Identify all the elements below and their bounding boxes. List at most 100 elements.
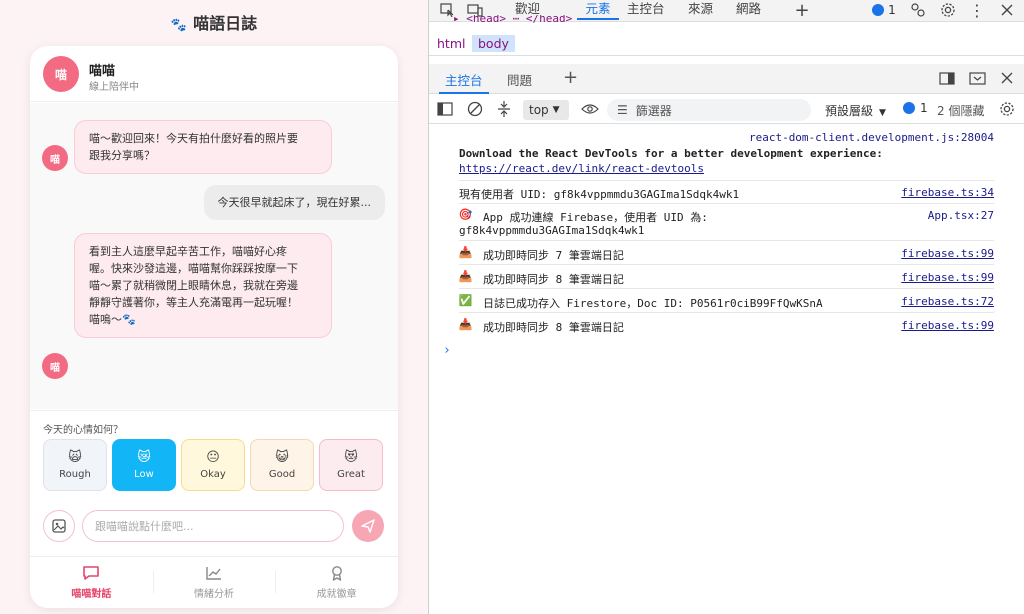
- context-select[interactable]: top ▼: [523, 100, 569, 120]
- upload-image-button[interactable]: [43, 510, 75, 542]
- message-icon: [903, 102, 915, 114]
- message-line: 喵嗚～🐾: [89, 313, 136, 326]
- console-message: 📥 成功即時同步 7 筆雲端日記 firebase.ts:99: [459, 242, 994, 265]
- console-message: 📥 成功即時同步 8 筆雲端日記 firebase.ts:99: [459, 314, 994, 337]
- sidebar-toggle-icon[interactable]: [437, 102, 453, 119]
- paw-icon: 🐾: [170, 18, 188, 33]
- log-text: Download the React DevTools for a better…: [459, 147, 883, 160]
- log-levels-dropdown[interactable]: 預設層級 ▼: [825, 102, 886, 119]
- cat-face-icon: 🙀: [68, 450, 82, 465]
- avatar: 喵: [42, 353, 68, 379]
- console-settings-gear-icon[interactable]: [999, 101, 1015, 120]
- inbox-icon: 📥: [458, 270, 473, 283]
- more-options-icon[interactable]: ⋮: [969, 0, 985, 20]
- nav-chat[interactable]: 喵喵對話: [30, 557, 153, 608]
- message-line: 喵～歡迎回來！今天有拍什麼好看的照片要: [89, 132, 298, 145]
- log-text: 日誌已成功存入 Firestore，Doc ID: P0561r0ciB99Ff…: [483, 297, 823, 310]
- message-icon: [872, 4, 885, 16]
- inbox-icon: 📥: [458, 246, 473, 259]
- log-source[interactable]: firebase.ts:99: [901, 271, 994, 284]
- nav-label: 喵喵對話: [71, 589, 112, 600]
- message-line: 喔。快來沙發這邊，喵喵幫你踩踩按摩一下: [89, 262, 298, 275]
- drawer-dock-icon[interactable]: [969, 72, 986, 88]
- nav-analytics[interactable]: 情緒分析: [152, 557, 276, 608]
- log-source[interactable]: firebase.ts:99: [901, 319, 994, 332]
- filter-icon: ☰: [617, 103, 628, 117]
- add-drawer-tab-icon[interactable]: +: [563, 67, 578, 91]
- avatar: 喵: [43, 56, 79, 92]
- filter-input[interactable]: ☰ 篩選器: [607, 99, 811, 121]
- badge-icon: [331, 566, 342, 581]
- check-icon: ✅: [458, 294, 473, 307]
- mood-option-okay[interactable]: 😐 Okay: [181, 439, 245, 491]
- close-icon[interactable]: [997, 0, 1017, 20]
- tab-network[interactable]: 網路: [736, 0, 761, 20]
- customize-icon[interactable]: [907, 0, 929, 20]
- dock-side-icon[interactable]: [939, 72, 955, 88]
- inbox-icon: 📥: [458, 318, 473, 331]
- console-toolbar: top ▼ ☰ 篩選器 預設層級 ▼ 1 2 個隱藏: [429, 96, 1024, 124]
- message-input[interactable]: [82, 510, 344, 542]
- message-line: 今天很早就起床了，現在好累...: [217, 196, 372, 209]
- mood-label: Low: [134, 469, 154, 480]
- elements-breadcrumb: html body: [429, 32, 1024, 56]
- mood-label: Rough: [59, 469, 91, 480]
- image-icon: [52, 519, 66, 533]
- issues-counter[interactable]: 1: [903, 101, 928, 115]
- drawer-tab-console[interactable]: 主控台: [439, 70, 489, 94]
- crumb-body[interactable]: body: [472, 35, 515, 52]
- message-line: 喵～累了就稍微閉上眼睛休息，我就在旁邊: [89, 279, 298, 292]
- console-output[interactable]: react-dom-client.development.js:28004 Do…: [429, 125, 1024, 614]
- mood-label: Good: [268, 469, 296, 480]
- log-source[interactable]: firebase.ts:34: [901, 186, 994, 199]
- nav-badges[interactable]: 成就徽章: [275, 557, 398, 608]
- mood-option-great[interactable]: 😻 Great: [319, 439, 383, 491]
- console-message: react-dom-client.development.js:28004 Do…: [459, 129, 994, 181]
- log-text: 成功即時同步 8 筆雲端日記: [483, 273, 624, 286]
- log-source[interactable]: firebase.ts:72: [901, 295, 994, 308]
- issues-count: 1: [888, 3, 896, 17]
- log-text: 成功即時同步 7 筆雲端日記: [483, 249, 624, 262]
- issues-badge[interactable]: 1: [869, 0, 899, 20]
- chat-status: 線上陪伴中: [89, 82, 139, 93]
- mood-question: 今天的心情如何？: [43, 425, 123, 436]
- chat-messages[interactable]: 喵～歡迎回來！今天有拍什麼好看的照片要 跟我分享嗎？ 喵 今天很早就起床了，現在…: [30, 103, 398, 409]
- clear-console-icon[interactable]: [467, 101, 483, 120]
- log-source[interactable]: firebase.ts:99: [901, 247, 994, 260]
- tab-console[interactable]: 主控台: [627, 0, 665, 20]
- head-node-snippet[interactable]: ▸ <head> ⋯ </head>: [453, 15, 572, 23]
- send-button[interactable]: [352, 510, 384, 542]
- mood-option-good[interactable]: 😺 Good: [250, 439, 314, 491]
- devtools-panel: 歡迎 元素 主控台 來源 網路 + 1 ⋮ ▸ <head> ⋯ </head>…: [428, 0, 1024, 614]
- close-drawer-icon[interactable]: [1001, 72, 1013, 87]
- caret-down-icon: ▼: [552, 105, 560, 115]
- message-line: 跟我分享嗎？: [89, 149, 155, 162]
- cat-message: 看到主人這麼早起辛苦工作，喵喵好心疼 喔。快來沙發這邊，喵喵幫你踩踩按摩一下 喵…: [74, 233, 332, 338]
- log-source[interactable]: react-dom-client.development.js:28004: [749, 131, 994, 144]
- chart-icon: [206, 567, 221, 580]
- settings-gear-icon[interactable]: [937, 0, 959, 20]
- mood-option-low[interactable]: 😿 Low: [112, 439, 176, 491]
- log-text: 成功即時同步 8 筆雲端日記: [483, 321, 624, 334]
- console-message: ✅ 日誌已成功存入 Firestore，Doc ID: P0561r0ciB99…: [459, 290, 994, 313]
- cat-face-icon: 😻: [344, 450, 358, 465]
- console-message: 🎯 App 成功連線 Firebase，使用者 UID 為: gf8k4vppm…: [459, 205, 994, 241]
- avatar: 喵: [42, 145, 68, 171]
- console-prompt[interactable]: ›: [443, 343, 451, 358]
- add-tab-icon[interactable]: +: [793, 0, 811, 21]
- caret-down-icon: ▼: [879, 108, 886, 118]
- tab-elements[interactable]: 元素: [577, 0, 619, 20]
- live-expression-eye-icon[interactable]: [581, 102, 599, 119]
- log-source[interactable]: App.tsx:27: [928, 209, 994, 222]
- user-message: 今天很早就起床了，現在好累...: [203, 185, 385, 220]
- react-devtools-link[interactable]: https://react.dev/link/react-devtools: [459, 162, 704, 175]
- mood-option-rough[interactable]: 🙀 Rough: [43, 439, 107, 491]
- message-line: 靜靜守護著你，等主人充滿電再一起玩喔！: [89, 296, 298, 309]
- tab-sources[interactable]: 來源: [688, 0, 713, 20]
- expand-icon[interactable]: [497, 100, 511, 121]
- crumb-html[interactable]: html: [431, 35, 471, 52]
- devtools-top-tabs: 歡迎 元素 主控台 來源 網路 + 1 ⋮ ▸ <head> ⋯ </head>: [429, 0, 1024, 23]
- drawer-tab-issues[interactable]: 問題: [507, 70, 532, 94]
- app-pane: 🐾 喵語日誌 喵 喵喵 線上陪伴中 喵～歡迎回來！今天有拍什麼好看的照片要 跟我分…: [0, 0, 428, 614]
- cat-face-icon: 😿: [137, 450, 151, 465]
